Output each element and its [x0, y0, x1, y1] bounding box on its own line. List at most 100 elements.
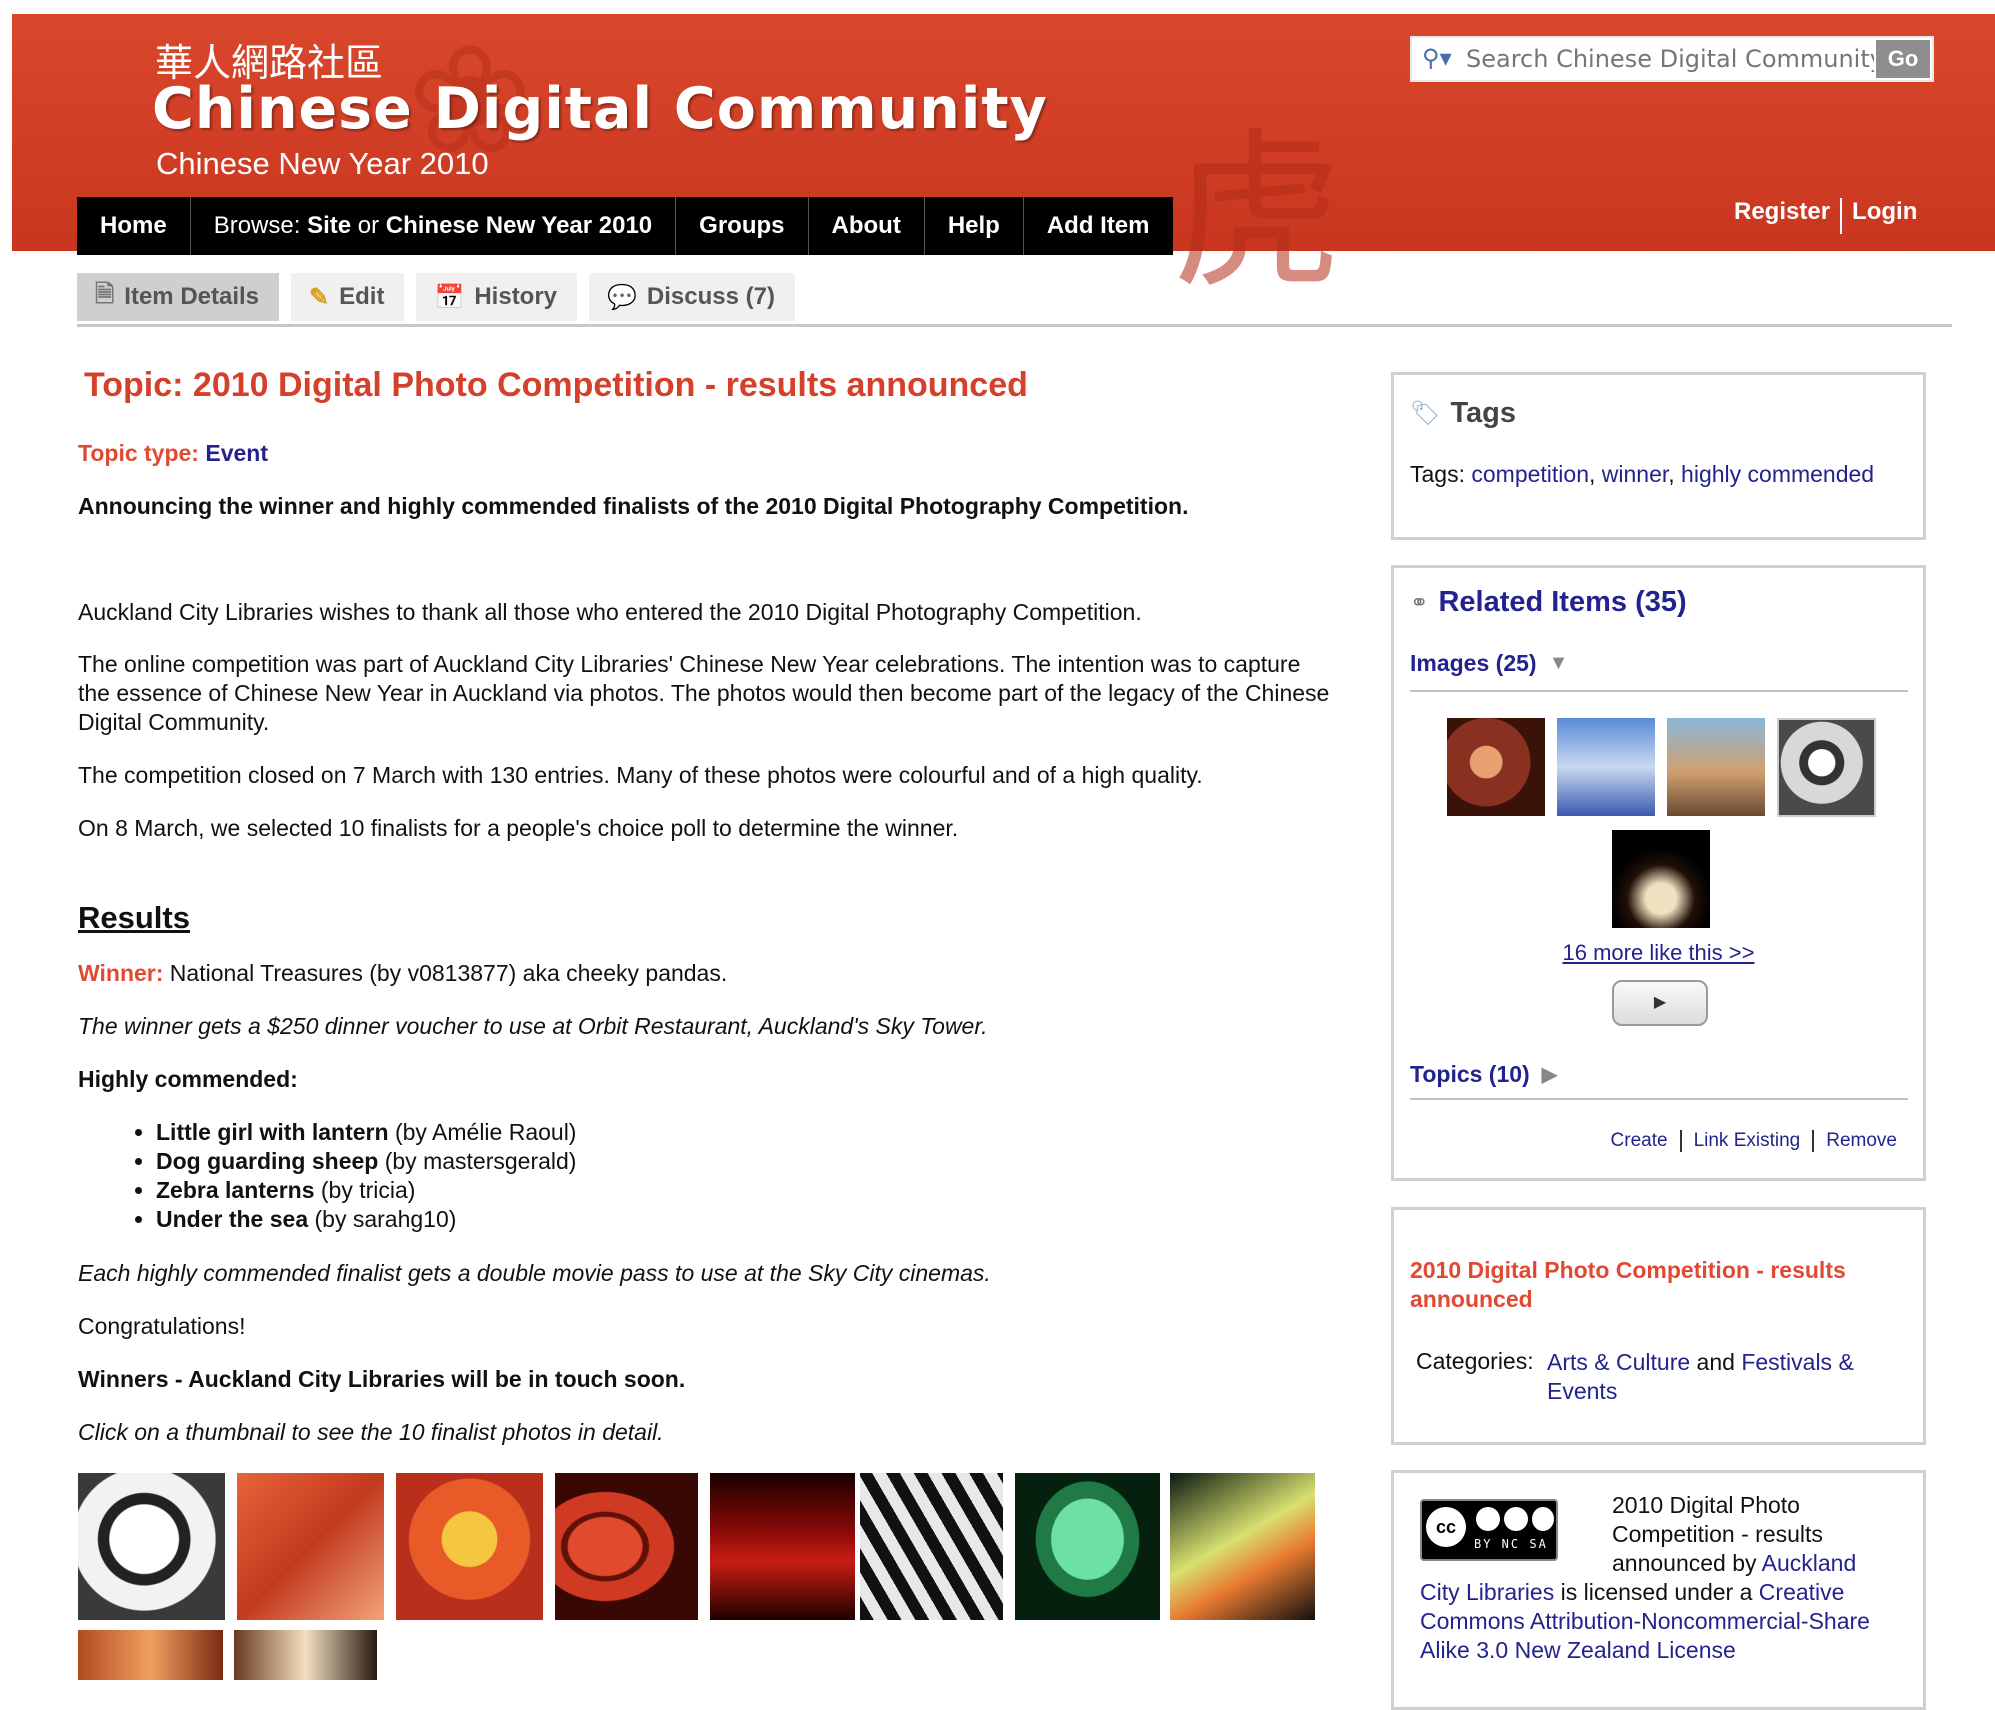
- finalist-thumbnail[interactable]: [555, 1473, 698, 1620]
- license-text-top: 2010 Digital Photo Competition - results…: [1612, 1491, 1856, 1578]
- license-link[interactable]: Creative: [1759, 1579, 1845, 1605]
- topic-type-label: Topic type:: [78, 440, 199, 466]
- topics-label[interactable]: Topics (10): [1410, 1061, 1530, 1088]
- topics-section-header[interactable]: Topics (10) ▶: [1410, 1061, 1557, 1088]
- nav-browse-cny[interactable]: Chinese New Year 2010: [386, 212, 652, 239]
- license-owner-link[interactable]: Auckland: [1762, 1550, 1857, 1576]
- calendar-icon: 📅: [434, 283, 465, 311]
- nav-about[interactable]: About: [809, 197, 925, 255]
- images-section-header[interactable]: Images (25) ▼: [1410, 650, 1568, 677]
- sa-icon: [1532, 1507, 1554, 1531]
- tab-discuss-label: Discuss (7): [646, 283, 775, 310]
- hc-title: Dog guarding sheep: [156, 1148, 379, 1174]
- winner-label: Winner:: [78, 960, 164, 986]
- site-title[interactable]: Chinese Digital Community: [152, 76, 1048, 142]
- pencil-icon: ✎: [309, 283, 330, 311]
- slideshow-play-button[interactable]: ▶: [1612, 980, 1708, 1026]
- tab-edit[interactable]: ✎ Edit: [291, 273, 405, 321]
- license-by-text: announced by: [1612, 1550, 1757, 1576]
- speech-bubble-icon: 💬: [607, 283, 637, 311]
- search-icon[interactable]: ⚲▾: [1422, 44, 1452, 73]
- nav-browse-site[interactable]: Site: [307, 212, 351, 239]
- login-link[interactable]: Login: [1852, 198, 1917, 234]
- license-link[interactable]: Commons Attribution-Noncommercial-Share: [1420, 1607, 1870, 1636]
- categories-label: Categories:: [1416, 1348, 1534, 1374]
- related-header: ⚭ Related Items (35): [1410, 586, 1687, 619]
- tab-edit-label: Edit: [339, 283, 385, 310]
- tab-discuss[interactable]: 💬 Discuss (7): [589, 273, 795, 321]
- finalist-thumbnail[interactable]: [860, 1473, 1003, 1620]
- finalist-thumbnail[interactable]: [396, 1473, 543, 1620]
- hc-author: (by mastersgerald): [384, 1148, 577, 1174]
- more-like-this-wrap: 16 more like this >>: [1394, 940, 1923, 966]
- tags-header: 🏷 Tags: [1410, 397, 1516, 430]
- chevron-down-icon[interactable]: ▼: [1549, 652, 1569, 675]
- hc-author: (by Amélie Raoul): [394, 1119, 577, 1145]
- tag-link[interactable]: highly commended: [1681, 461, 1874, 487]
- nav-groups[interactable]: Groups: [676, 197, 809, 255]
- search-go-button[interactable]: Go: [1876, 40, 1930, 78]
- summary: Announcing the winner and highly commend…: [78, 493, 1189, 519]
- related-image-thumbnail[interactable]: [1777, 718, 1876, 817]
- search-input[interactable]: [1466, 40, 1874, 78]
- create-link[interactable]: Create: [1611, 1130, 1668, 1152]
- tab-history[interactable]: 📅 History: [416, 273, 578, 321]
- tab-history-label: History: [474, 283, 558, 310]
- images-divider: [1410, 690, 1908, 692]
- finalist-thumbnail[interactable]: [1015, 1473, 1160, 1620]
- tags-heading: Tags: [1450, 397, 1517, 429]
- license-owner-link[interactable]: City Libraries: [1420, 1579, 1554, 1605]
- remove-link[interactable]: Remove: [1826, 1130, 1897, 1152]
- winner-line: Winner: National Treasures (by v0813877)…: [78, 960, 727, 987]
- register-link[interactable]: Register: [1734, 198, 1830, 234]
- thumbnail-hint: Click on a thumbnail to see the 10 final…: [78, 1419, 664, 1445]
- finalist-thumbnail[interactable]: [710, 1473, 855, 1620]
- finalist-thumbnail[interactable]: [1170, 1473, 1315, 1620]
- tag-link[interactable]: winner: [1602, 461, 1668, 487]
- finalist-thumbnail[interactable]: [78, 1473, 225, 1620]
- nav-home[interactable]: Home: [77, 197, 191, 255]
- tag-link[interactable]: competition: [1471, 461, 1589, 487]
- license-line: Competition - results: [1612, 1521, 1823, 1547]
- categories-and: and: [1696, 1349, 1735, 1375]
- chevron-right-icon[interactable]: ▶: [1542, 1062, 1557, 1087]
- creative-commons-badge[interactable]: cc BY NC SA: [1420, 1499, 1558, 1561]
- nav-help[interactable]: Help: [925, 197, 1024, 255]
- hc-author: (by sarahg10): [314, 1206, 457, 1232]
- related-image-thumbnail[interactable]: [1612, 830, 1710, 928]
- finalist-thumbnail[interactable]: [78, 1630, 223, 1680]
- paragraph-2-line-3: Digital Community.: [78, 709, 270, 735]
- related-image-thumbnail[interactable]: [1447, 718, 1545, 816]
- highly-commended-prize: Each highly commended finalist gets a do…: [78, 1260, 991, 1286]
- winner-prize: The winner gets a $250 dinner voucher to…: [78, 1013, 988, 1039]
- item-title: 2010 Digital Photo Competition - results…: [1410, 1257, 1846, 1312]
- header-decoration-glyph: 虎: [1172, 114, 1343, 312]
- category-link[interactable]: Arts & Culture: [1547, 1349, 1690, 1375]
- nav-add-item[interactable]: Add Item: [1024, 197, 1173, 255]
- related-image-thumbnail[interactable]: [1667, 718, 1765, 816]
- license-link[interactable]: Alike 3.0 New Zealand License: [1420, 1636, 1870, 1665]
- divider: [1679, 1130, 1682, 1152]
- item-tabs: 🗎 Item Details ✎ Edit 📅 History 💬 Discus…: [77, 273, 795, 321]
- link-existing-link[interactable]: Link Existing: [1694, 1130, 1801, 1152]
- images-label[interactable]: Images (25): [1410, 650, 1537, 677]
- search-box: ⚲▾ Go: [1410, 36, 1934, 82]
- by-icon: [1476, 1507, 1500, 1531]
- related-image-thumbnail[interactable]: [1557, 718, 1655, 816]
- related-actions: Create Link Existing Remove: [1611, 1130, 1897, 1152]
- categories-list: Arts & Culture and Festivals & Events: [1547, 1348, 1877, 1406]
- highly-commended-list: Little girl with lantern (by Amélie Raou…: [78, 1118, 576, 1234]
- related-items-box: ⚭ Related Items (35) Images (25) ▼ 16 mo…: [1391, 565, 1926, 1181]
- results-heading: Results: [78, 900, 190, 935]
- topics-divider: [1410, 1098, 1908, 1100]
- list-item: Zebra lanterns (by tricia): [156, 1176, 576, 1205]
- more-like-this-link[interactable]: 16 more like this >>: [1563, 940, 1755, 965]
- auth-divider: [1840, 198, 1843, 234]
- finalist-thumbnail[interactable]: [237, 1473, 384, 1620]
- tab-item-details[interactable]: 🗎 Item Details: [77, 273, 280, 321]
- winners-note: Winners - Auckland City Libraries will b…: [78, 1366, 686, 1392]
- topic-type-link[interactable]: Event: [205, 440, 268, 466]
- finalist-thumbnail[interactable]: [234, 1630, 377, 1680]
- license-box: cc BY NC SA 2010 Digital Photo Competiti…: [1391, 1470, 1926, 1710]
- cc-badge-text: BY NC SA: [1474, 1537, 1548, 1551]
